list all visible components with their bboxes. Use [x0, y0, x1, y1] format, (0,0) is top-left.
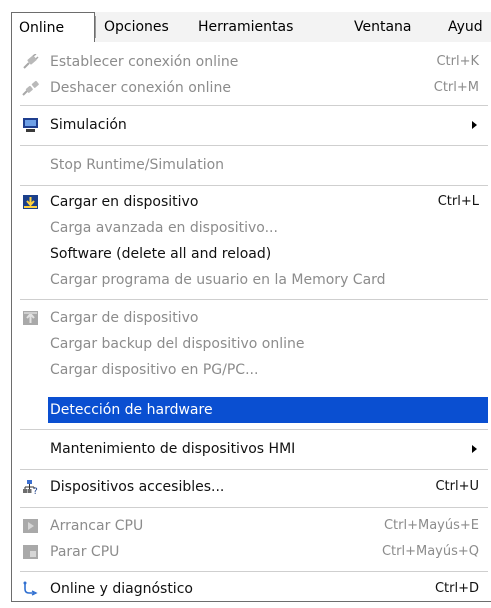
- menu-separator: [20, 185, 488, 186]
- menu-item-deshacer-conexion[interactable]: Deshacer conexión online Ctrl+M: [12, 75, 491, 101]
- online-diagnostics-icon: [23, 581, 38, 596]
- menu-item-shortcut: Ctrl+M: [433, 80, 479, 95]
- menu-separator: [20, 299, 488, 300]
- menu-item-label: Mantenimiento de dispositivos HMI: [50, 441, 296, 457]
- menu-separator: [20, 571, 488, 572]
- menu-item-arrancar-cpu[interactable]: Arrancar CPU Ctrl+Mayús+E: [12, 513, 491, 539]
- menu-item-cargar-programa-memory-card[interactable]: Cargar programa de usuario en la Memory …: [12, 267, 491, 293]
- menubar-separator: [95, 16, 96, 38]
- menu-item-mantenimiento-hmi[interactable]: Mantenimiento de dispositivos HMI: [12, 436, 491, 462]
- disconnect-plug-icon: [22, 80, 39, 96]
- menu-item-deteccion-hardware[interactable]: Detección de hardware: [48, 397, 488, 423]
- menu-separator: [20, 429, 488, 430]
- menu-separator: [20, 469, 488, 470]
- menu-item-label: Cargar de dispositivo: [50, 310, 199, 326]
- menu-item-label: Cargar backup del dispositivo online: [50, 336, 305, 352]
- menu-item-online-diagnostico[interactable]: Online y diagnóstico Ctrl+D: [12, 576, 491, 601]
- online-dropdown-menu: Establecer conexión online Ctrl+K Deshac…: [11, 42, 491, 602]
- menu-item-label: Cargar programa de usuario en la Memory …: [50, 272, 386, 288]
- stop-cpu-icon: [23, 545, 38, 559]
- menu-item-establecer-conexion[interactable]: Establecer conexión online Ctrl+K: [12, 49, 491, 75]
- menu-bar: Online Opciones Herramientas Ventana Ayu…: [11, 12, 491, 43]
- menu-item-label: Cargar en dispositivo: [50, 194, 199, 210]
- menu-item-cargar-de-dispositivo[interactable]: Cargar de dispositivo: [12, 305, 491, 331]
- menu-item-label: Stop Runtime/Simulation: [50, 157, 225, 173]
- upload-from-device-icon: [23, 311, 38, 325]
- menu-item-label: Parar CPU: [50, 544, 120, 560]
- menu-item-label: Establecer conexión online: [50, 54, 239, 70]
- menu-item-cargar-backup[interactable]: Cargar backup del dispositivo online: [12, 331, 491, 357]
- menu-item-label: Simulación: [50, 117, 127, 133]
- menu-item-simulacion[interactable]: Simulación: [12, 112, 491, 138]
- menu-item-software-reload[interactable]: Software (delete all and reload): [12, 241, 491, 267]
- menu-item-carga-avanzada[interactable]: Carga avanzada en dispositivo...: [12, 215, 491, 241]
- simulation-monitor-icon: [23, 118, 38, 132]
- menu-separator: [20, 145, 488, 146]
- submenu-arrow-icon: [472, 121, 477, 129]
- menu-separator: [20, 507, 488, 508]
- menu-item-label: Software (delete all and reload): [50, 246, 272, 262]
- menu-item-stop-runtime[interactable]: Stop Runtime/Simulation: [12, 152, 491, 178]
- menu-item-label: Arrancar CPU: [50, 518, 144, 534]
- start-cpu-icon: [23, 519, 38, 533]
- menu-item-cargar-dispositivo-pgpc[interactable]: Cargar dispositivo en PG/PC...: [12, 357, 491, 383]
- menu-item-shortcut: Ctrl+D: [434, 581, 479, 596]
- submenu-arrow-icon: [472, 445, 477, 453]
- menu-item-dispositivos-accesibles[interactable]: ? Dispositivos accesibles... Ctrl+U: [12, 474, 491, 500]
- svg-text:?: ?: [33, 487, 38, 495]
- connect-plug-icon: [23, 54, 39, 69]
- menu-item-shortcut: Ctrl+K: [436, 54, 479, 69]
- menu-item-parar-cpu[interactable]: Parar CPU Ctrl+Mayús+Q: [12, 539, 491, 565]
- menu-item-shortcut: Ctrl+Mayús+Q: [381, 544, 479, 559]
- menu-item-label: Online y diagnóstico: [50, 581, 193, 597]
- menu-item-label: Detección de hardware: [50, 402, 213, 418]
- menubar-ventana[interactable]: Ventana: [354, 12, 412, 42]
- menu-item-shortcut: Ctrl+Mayús+E: [383, 518, 479, 533]
- app-window: Online Opciones Herramientas Ventana Ayu…: [0, 0, 491, 608]
- menu-item-shortcut: Ctrl+U: [435, 479, 479, 494]
- menubar-opciones[interactable]: Opciones: [104, 12, 169, 42]
- menubar-online[interactable]: Online: [11, 12, 95, 43]
- menubar-herramientas[interactable]: Herramientas: [198, 12, 293, 42]
- menu-item-label: Carga avanzada en dispositivo...: [50, 220, 278, 236]
- menu-item-label: Deshacer conexión online: [50, 80, 231, 96]
- menu-item-cargar-en-dispositivo[interactable]: Cargar en dispositivo Ctrl+L: [12, 189, 491, 215]
- menubar-ayuda[interactable]: Ayud: [448, 12, 483, 42]
- menu-separator: [20, 105, 488, 106]
- accessible-devices-icon: ?: [23, 480, 38, 495]
- menu-item-label: Cargar dispositivo en PG/PC...: [50, 362, 259, 378]
- menu-item-label: Dispositivos accesibles...: [50, 479, 225, 495]
- menu-item-shortcut: Ctrl+L: [437, 194, 479, 209]
- download-to-device-icon: [23, 195, 38, 209]
